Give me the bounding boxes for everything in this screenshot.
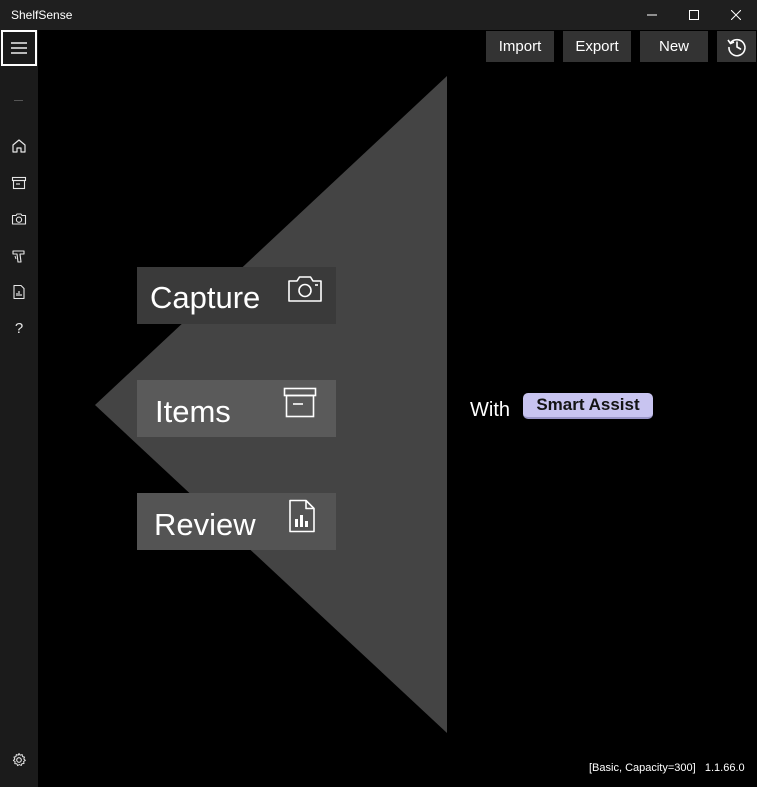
settings-button[interactable] xyxy=(0,745,38,775)
report-icon xyxy=(289,499,315,533)
export-button[interactable]: Export xyxy=(563,31,631,62)
sidebar-item-scan[interactable] xyxy=(0,241,38,271)
items-tile-label: Items xyxy=(155,394,231,429)
sidebar-divider xyxy=(14,100,23,101)
home-icon xyxy=(12,139,26,153)
maximize-button[interactable] xyxy=(673,0,715,30)
hamburger-icon xyxy=(11,42,27,54)
history-button[interactable] xyxy=(717,31,756,62)
minimize-icon xyxy=(647,14,657,16)
with-label: With xyxy=(470,399,510,421)
review-tile-label: Review xyxy=(154,507,256,542)
gear-icon xyxy=(12,753,26,767)
sidebar-item-capture[interactable] xyxy=(0,204,38,234)
sidebar-item-review[interactable] xyxy=(0,277,38,307)
items-tile[interactable]: Items xyxy=(137,380,336,437)
camera-icon xyxy=(288,276,322,302)
barcode-scanner-icon xyxy=(12,250,25,263)
help-icon: ? xyxy=(14,319,24,337)
new-button[interactable]: New xyxy=(640,31,708,62)
capture-tile[interactable]: Capture xyxy=(137,267,336,324)
app-title: ShelfSense xyxy=(11,8,73,22)
camera-icon xyxy=(11,213,27,225)
status-text: [Basic, Capacity=300] 1.1.66.0 xyxy=(589,762,745,774)
title-bar: ShelfSense xyxy=(0,0,757,30)
hamburger-menu-button[interactable] xyxy=(1,30,37,66)
minimize-button[interactable] xyxy=(631,0,673,30)
maximize-icon xyxy=(689,10,699,20)
sidebar-item-help[interactable]: ? xyxy=(0,313,38,343)
capture-tile-label: Capture xyxy=(150,280,261,315)
close-button[interactable] xyxy=(715,0,757,30)
close-icon xyxy=(731,10,741,20)
sidebar-item-items[interactable] xyxy=(0,168,38,198)
review-tile[interactable]: Review xyxy=(137,493,336,550)
report-icon xyxy=(13,284,25,300)
archive-icon xyxy=(11,176,27,190)
import-button[interactable]: Import xyxy=(486,31,554,62)
history-icon xyxy=(726,38,746,56)
sidebar-item-home[interactable] xyxy=(0,131,38,161)
smart-assist-badge: Smart Assist xyxy=(523,393,653,419)
archive-icon xyxy=(283,387,317,418)
